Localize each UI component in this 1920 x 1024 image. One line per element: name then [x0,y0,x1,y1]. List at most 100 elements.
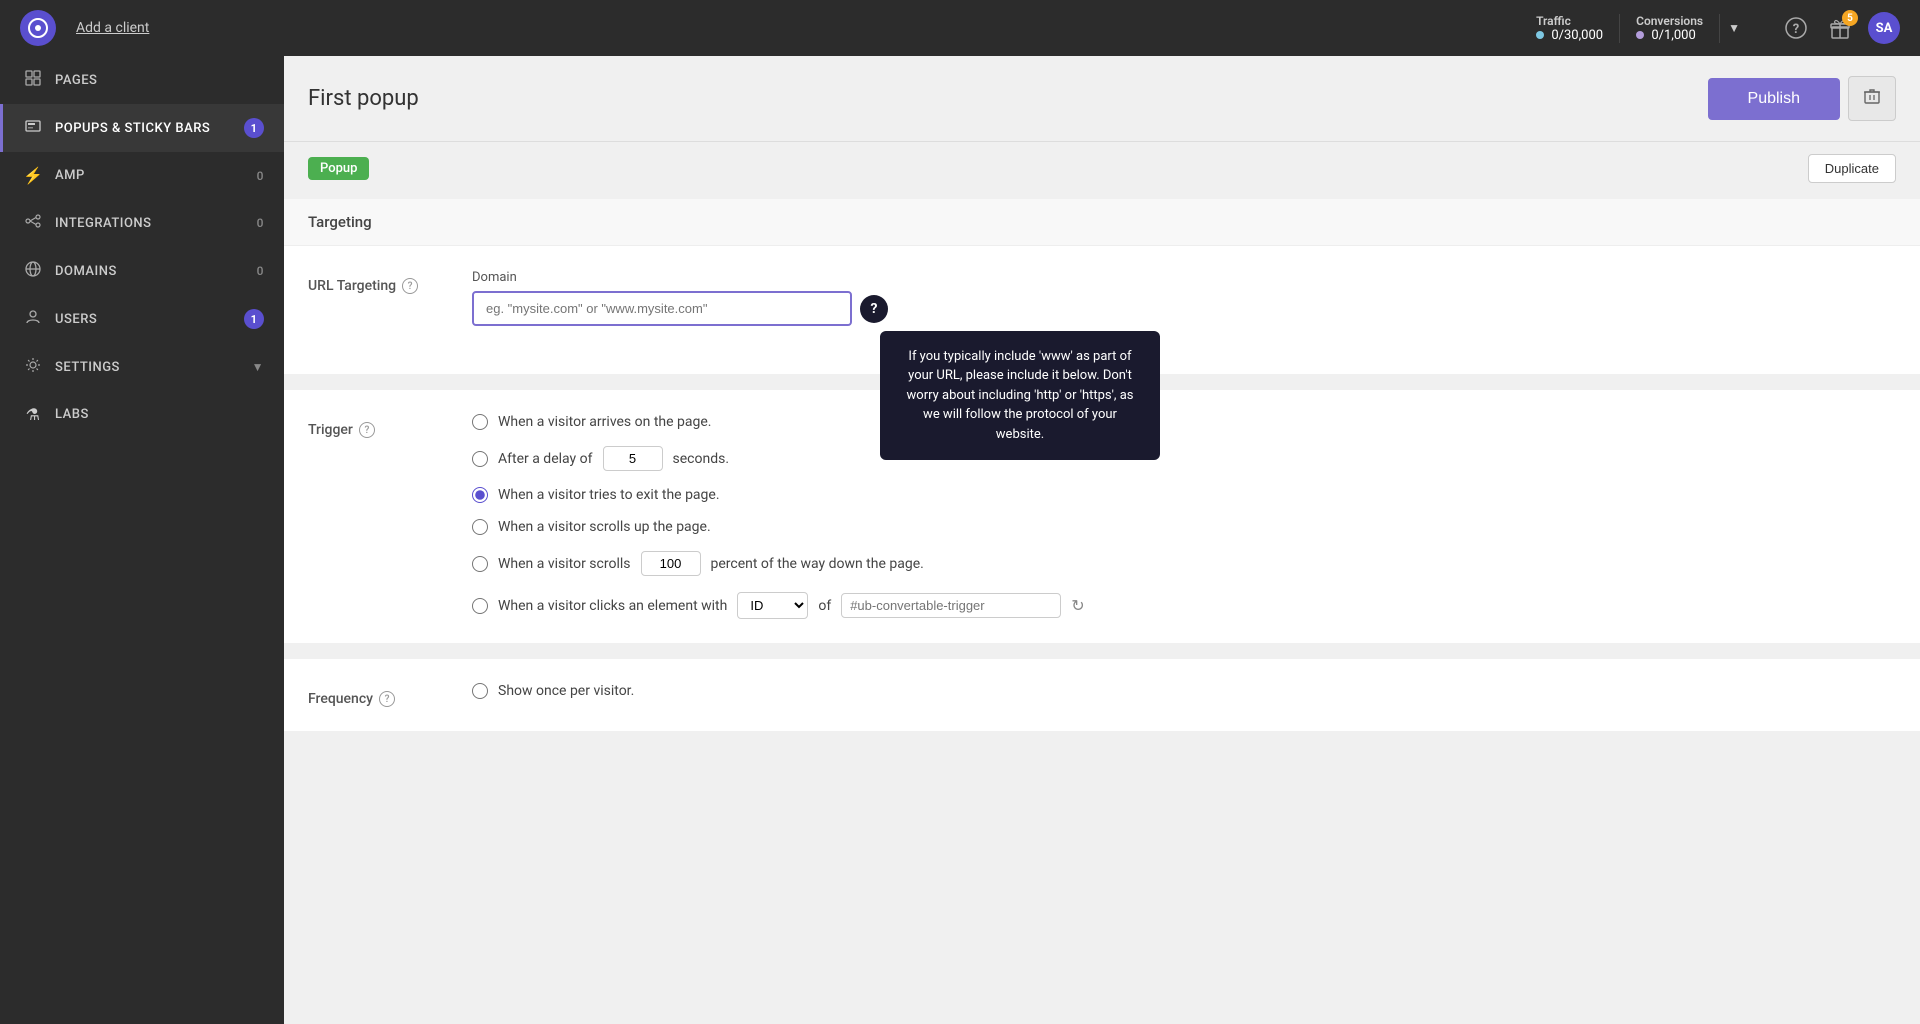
sidebar-domains-label: DOMAINS [55,264,245,279]
gift-button[interactable]: 5 [1824,12,1856,44]
user-avatar[interactable]: SA [1868,12,1900,44]
amp-icon: ⚡ [23,166,43,185]
frequency-help-icon[interactable]: ? [379,691,395,707]
trigger-scrollsup-label: When a visitor scrolls up the page. [498,519,711,535]
trigger-clicks-radio[interactable] [472,598,488,614]
frequency-body: Frequency ? Show once per visitor. [284,659,1920,731]
trigger-delay-radio[interactable] [472,451,488,467]
frequency-once-option[interactable]: Show once per visitor. [472,683,1896,699]
trigger-delay-prefix: After a delay of [498,451,593,467]
sidebar-item-pages[interactable]: PAGES [0,56,284,104]
frequency-label: Frequency ? [308,683,448,707]
duplicate-button[interactable]: Duplicate [1808,154,1896,183]
sidebar-pages-label: PAGES [55,73,264,88]
domain-input[interactable] [472,291,852,326]
sidebar-users-label: USERS [55,312,232,327]
trigger-scrollsdown-suffix: percent of the way down the page. [711,556,924,572]
frequency-once-radio[interactable] [472,683,488,699]
popup-type-badge: Popup [308,157,369,180]
scroll-area: Targeting URL Targeting ? Domain [284,183,1920,1024]
conversions-dot [1636,31,1644,39]
sidebar-item-labs[interactable]: ⚗ LABS [0,391,284,438]
topbar-icons: ? 5 SA [1768,12,1900,44]
trigger-delay-suffix: seconds. [673,451,730,467]
publish-button[interactable]: Publish [1708,78,1840,120]
conversions-stat: Conversions 0/1,000 [1620,14,1720,43]
sidebar-item-integrations[interactable]: INTEGRATIONS 0 [0,199,284,247]
labs-icon: ⚗ [23,405,43,424]
users-icon [23,309,43,329]
url-targeting-help-icon[interactable]: ? [402,278,418,294]
trigger-help-icon[interactable]: ? [359,422,375,438]
settings-chevron-icon: ▼ [252,360,264,374]
targeting-body: URL Targeting ? Domain ? If you typicall… [284,246,1920,374]
trigger-arrives-radio[interactable] [472,414,488,430]
trigger-scrollpct-input[interactable] [641,551,701,576]
traffic-dot [1536,31,1544,39]
trigger-scrollsdown-radio[interactable] [472,556,488,572]
refresh-icon[interactable]: ↻ [1071,596,1084,615]
url-targeting-row: URL Targeting ? Domain ? If you typicall… [308,270,1896,326]
trigger-label: Trigger ? [308,414,448,438]
trigger-clicks-option[interactable]: When a visitor clicks an element with ID… [472,592,1896,619]
sidebar-popups-label: POPUPS & STICKY BARS [55,121,232,136]
trigger-scrollsup-radio[interactable] [472,519,488,535]
trigger-clicks-select[interactable]: ID Class [737,592,808,619]
section-header-targeting: Targeting [284,199,1920,246]
sidebar-item-popups[interactable]: POPUPS & STICKY BARS 1 [0,104,284,152]
domain-input-row: ? If you typically include 'www' as part… [472,291,1896,326]
amp-count: 0 [257,169,264,183]
trigger-delay-option[interactable]: After a delay of seconds. [472,446,1896,471]
delete-button[interactable] [1848,76,1896,121]
users-badge: 1 [244,309,264,329]
popups-badge: 1 [244,118,264,138]
gift-badge: 5 [1842,10,1858,26]
url-targeting-label: URL Targeting ? [308,270,448,294]
sidebar-item-domains[interactable]: DOMAINS 0 [0,247,284,295]
sidebar-amp-label: AMP [55,168,245,183]
topbar-stats: Traffic 0/30,000 Conversions 0/1,000 ▼ [1520,14,1748,43]
sidebar-labs-label: LABS [55,407,264,422]
domain-tooltip: If you typically include 'www' as part o… [880,331,1160,461]
integrations-count: 0 [257,216,264,230]
logo[interactable] [20,10,56,46]
trigger-scrollsup-option[interactable]: When a visitor scrolls up the page. [472,519,1896,535]
sub-nav: Popup Duplicate [284,142,1920,183]
sidebar-item-amp[interactable]: ⚡ AMP 0 [0,152,284,199]
page-header: First popup Publish [284,56,1920,142]
trigger-exit-radio[interactable] [472,487,488,503]
trigger-arrives-label: When a visitor arrives on the page. [498,414,711,430]
integrations-icon [23,213,43,233]
trigger-delay-input[interactable] [603,446,663,471]
topbar: Add a client Traffic 0/30,000 Conversion… [0,0,1920,56]
traffic-value: 0/30,000 [1536,28,1603,43]
pages-icon [23,70,43,90]
stats-chevron-icon[interactable]: ▼ [1720,21,1748,35]
frequency-section: Frequency ? Show once per visitor. [284,659,1920,731]
conversions-value: 0/1,000 [1636,28,1696,43]
domains-icon [23,261,43,281]
svg-text:?: ? [1793,22,1799,37]
domain-info-icon[interactable]: ? If you typically include 'www' as part… [860,295,888,323]
help-icon[interactable]: ? [1780,12,1812,44]
trigger-arrives-option[interactable]: When a visitor arrives on the page. [472,414,1896,430]
frequency-row: Frequency ? Show once per visitor. [308,683,1896,707]
sidebar: PAGES POPUPS & STICKY BARS 1 ⚡ AMP 0 [0,56,284,1024]
settings-icon [23,357,43,377]
trigger-scrollsdown-option[interactable]: When a visitor scrolls percent of the wa… [472,551,1896,576]
trigger-exit-label: When a visitor tries to exit the page. [498,487,720,503]
trigger-radio-group: When a visitor arrives on the page. Afte… [472,414,1896,619]
trigger-clicks-prefix: When a visitor clicks an element with [498,598,727,614]
frequency-radio-group: Show once per visitor. [472,683,1896,699]
frequency-once-label: Show once per visitor. [498,683,634,699]
sidebar-item-users[interactable]: USERS 1 [0,295,284,343]
add-client-link[interactable]: Add a client [76,20,149,36]
targeting-section: Targeting URL Targeting ? Domain [284,199,1920,374]
trigger-clicks-input[interactable] [841,593,1061,618]
sidebar-item-settings[interactable]: SETTINGS ▼ [0,343,284,391]
traffic-label: Traffic [1536,14,1571,28]
page-title: First popup [308,86,1708,111]
trigger-exit-option[interactable]: When a visitor tries to exit the page. [472,487,1896,503]
trigger-clicks-of: of [818,598,831,614]
main-layout: PAGES POPUPS & STICKY BARS 1 ⚡ AMP 0 [0,56,1920,1024]
